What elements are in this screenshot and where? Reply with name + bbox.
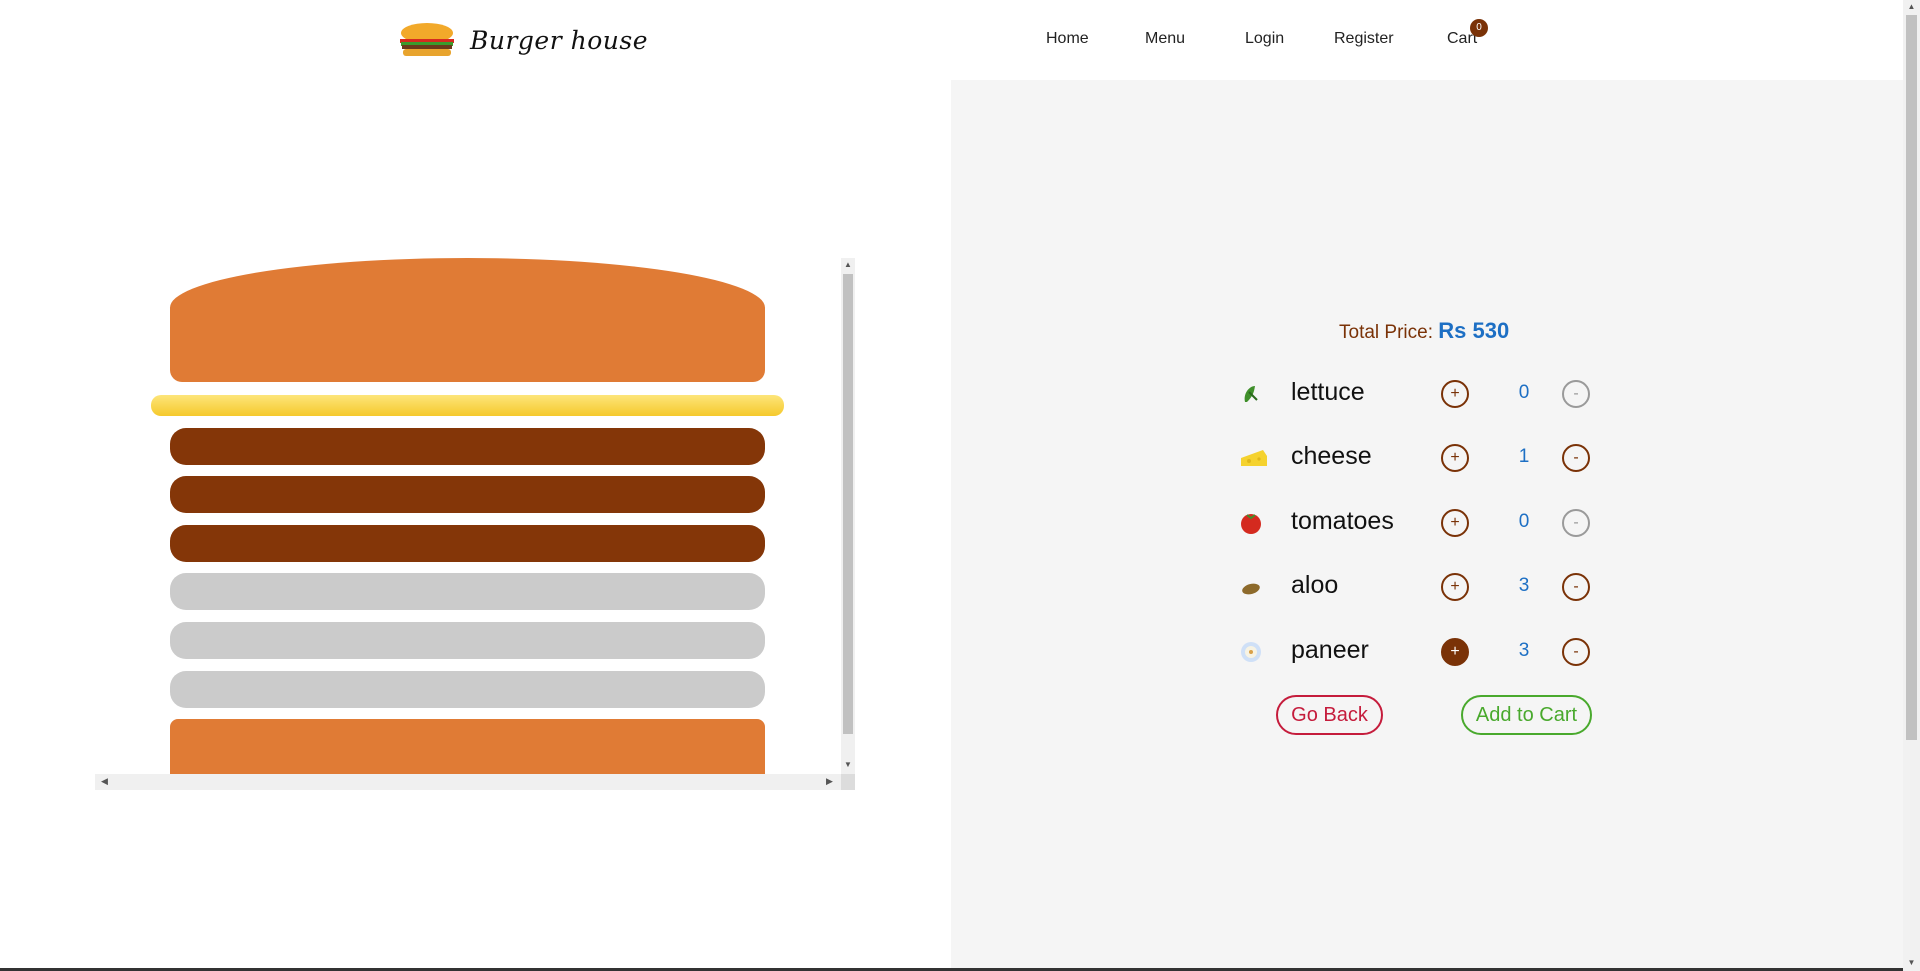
scroll-right-icon[interactable]: ▶	[826, 776, 833, 787]
patty-layer	[170, 476, 765, 513]
patty-layer	[170, 525, 765, 562]
total-price-label: Total Price:	[1339, 322, 1433, 343]
aloo-layer	[170, 573, 765, 610]
remove-tomatoes-button[interactable]: -	[1562, 509, 1590, 537]
nav-home[interactable]: Home	[1046, 30, 1089, 48]
total-price-value: Rs 530	[1438, 318, 1510, 343]
ingredient-row-aloo: aloo + 3 -	[1239, 567, 1599, 607]
page-scroll-thumb[interactable]	[1906, 15, 1917, 740]
ingredient-row-cheese: cheese + 1 -	[1239, 438, 1599, 478]
nav-register[interactable]: Register	[1334, 30, 1394, 48]
remove-aloo-button[interactable]: -	[1562, 573, 1590, 601]
remove-lettuce-button[interactable]: -	[1562, 380, 1590, 408]
total-price: Total Price: Rs 530	[1339, 318, 1509, 344]
remove-paneer-button[interactable]: -	[1562, 638, 1590, 666]
nav-menu[interactable]: Menu	[1145, 30, 1185, 48]
aloo-layer	[170, 622, 765, 659]
burger-vertical-scrollbar[interactable]: ▲ ▼	[841, 258, 855, 774]
scroll-up-icon[interactable]: ▲	[841, 260, 855, 269]
add-to-cart-button[interactable]: Add to Cart	[1461, 695, 1592, 735]
go-back-button[interactable]: Go Back	[1276, 695, 1383, 735]
ingredient-row-lettuce: lettuce + 0 -	[1239, 374, 1599, 414]
potato-icon	[1239, 575, 1263, 599]
lettuce-icon	[1239, 382, 1263, 406]
ingredient-name: tomatoes	[1291, 507, 1394, 535]
add-lettuce-button[interactable]: +	[1441, 380, 1469, 408]
ingredient-qty: 1	[1518, 446, 1530, 467]
ingredient-name: cheese	[1291, 442, 1372, 470]
scroll-down-icon[interactable]: ▼	[841, 760, 855, 769]
add-cheese-button[interactable]: +	[1441, 444, 1469, 472]
cart-count-badge: 0	[1470, 19, 1488, 37]
scroll-left-icon[interactable]: ◀	[101, 776, 108, 787]
page-scroll-down-icon[interactable]: ▼	[1903, 958, 1920, 967]
add-tomatoes-button[interactable]: +	[1441, 509, 1469, 537]
burger-preview: ▲ ▼ ◀ ▶	[95, 258, 855, 791]
page-scrollbar[interactable]: ▲ ▼	[1903, 0, 1920, 971]
scroll-thumb[interactable]	[843, 274, 853, 734]
cheese-layer	[151, 395, 784, 416]
bun-top	[170, 258, 765, 382]
page-scroll-up-icon[interactable]: ▲	[1903, 2, 1920, 11]
bun-bottom	[170, 719, 765, 774]
cheese-icon	[1239, 446, 1267, 470]
nav-login[interactable]: Login	[1245, 30, 1284, 48]
ingredient-qty: 0	[1518, 382, 1530, 403]
ingredient-name: aloo	[1291, 571, 1339, 599]
burger-layers	[95, 258, 841, 774]
burger-horizontal-scrollbar[interactable]: ◀ ▶	[95, 774, 841, 790]
patty-layer	[170, 428, 765, 465]
ingredient-name: lettuce	[1291, 378, 1365, 406]
ingredient-row-paneer: paneer + 3 -	[1239, 632, 1599, 672]
tomato-icon	[1239, 511, 1263, 535]
ingredient-qty: 3	[1518, 575, 1530, 596]
ingredient-qty: 3	[1518, 640, 1530, 661]
scrollbar-corner	[841, 774, 855, 790]
aloo-layer	[170, 671, 765, 708]
ingredient-name: paneer	[1291, 636, 1369, 664]
paneer-icon	[1239, 640, 1263, 664]
ingredient-qty: 0	[1518, 511, 1530, 532]
add-paneer-button[interactable]: +	[1441, 638, 1469, 666]
header: Burger house Home Menu Login Register Ca…	[0, 0, 1903, 80]
add-aloo-button[interactable]: +	[1441, 573, 1469, 601]
main-nav: Home Menu Login Register Cart	[0, 30, 1903, 54]
ingredient-row-tomatoes: tomatoes + 0 -	[1239, 503, 1599, 543]
remove-cheese-button[interactable]: -	[1562, 444, 1590, 472]
